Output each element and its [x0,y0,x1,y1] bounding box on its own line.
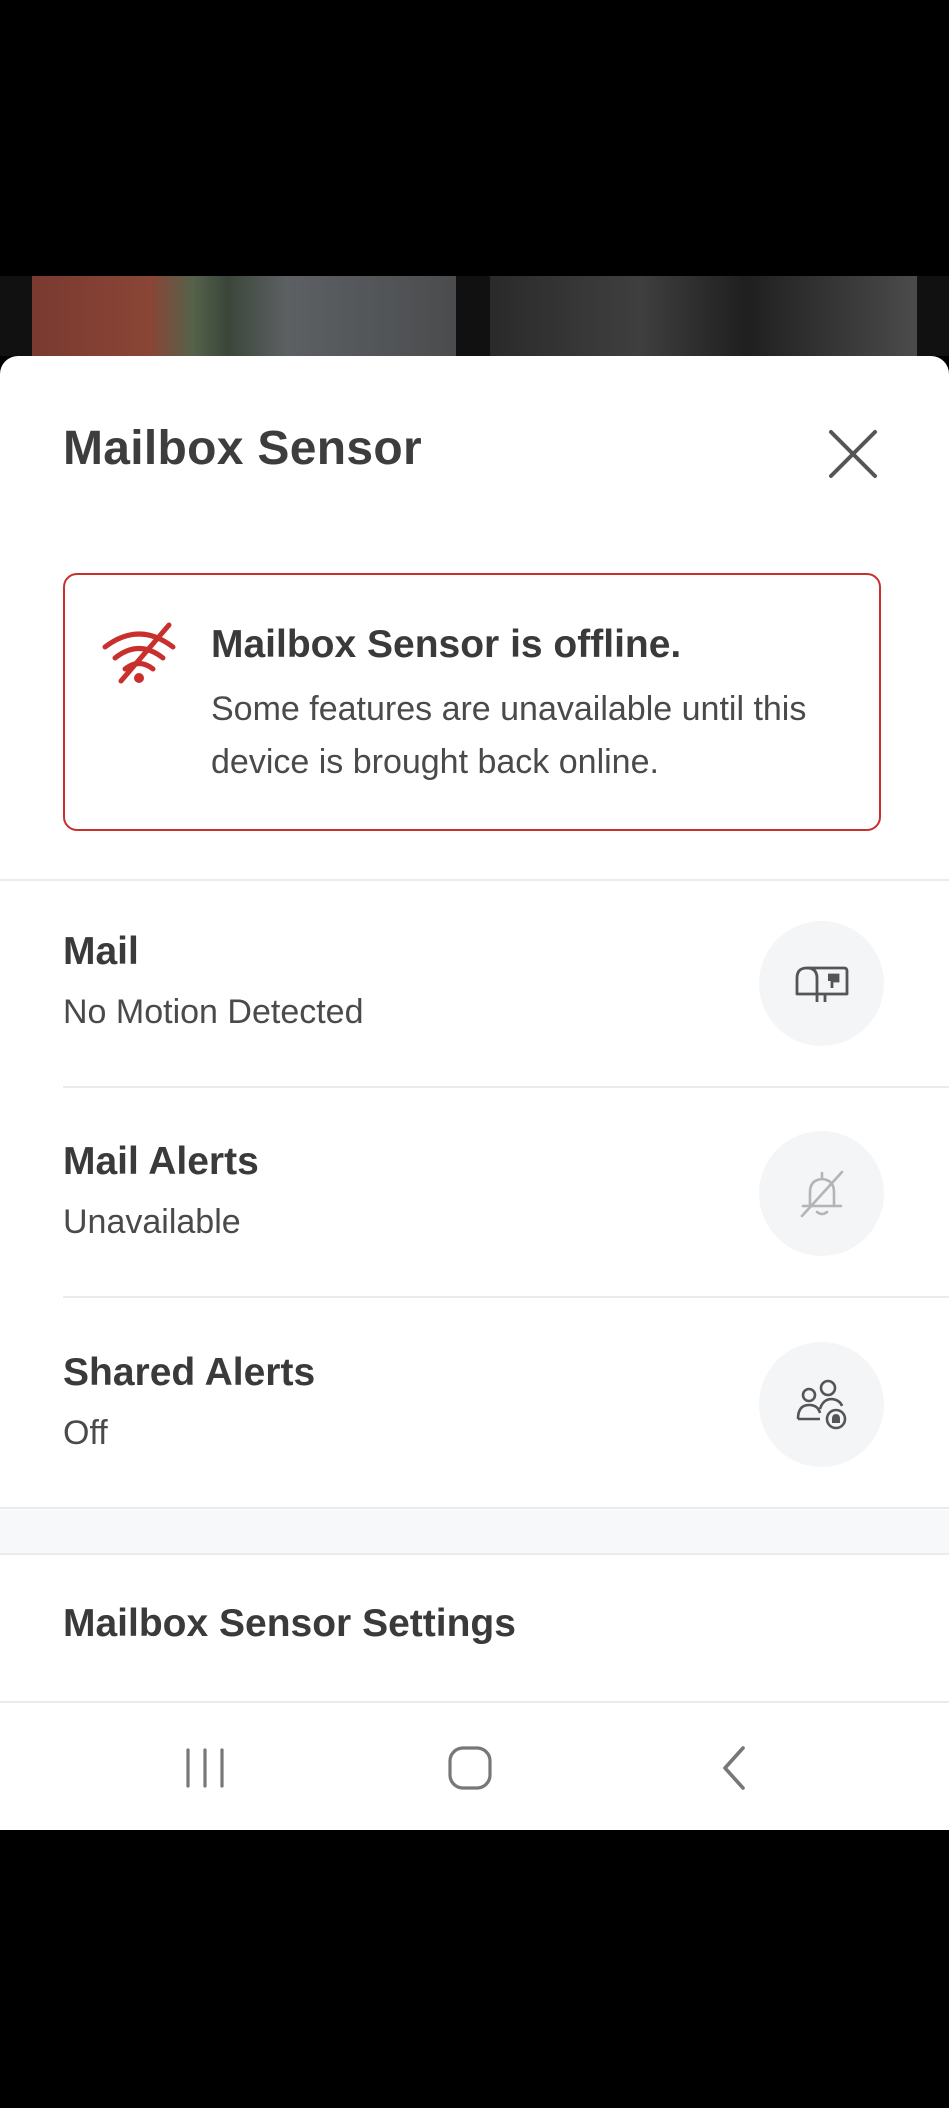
back-button[interactable] [690,1723,780,1813]
shared-users-icon [796,1379,846,1429]
close-icon [829,430,877,478]
divider [63,1086,949,1088]
device-bottom-sheet: Mailbox Sensor Mailbox Sensor is offline… [0,356,949,1830]
mailbox-icon [795,966,848,1002]
mail-status-button[interactable] [759,921,884,1046]
mail-alerts-row-label: Mail Alerts [63,1140,259,1183]
shared-alerts-row-label: Shared Alerts [63,1351,316,1394]
bell-off-icon [800,1170,843,1217]
offline-alert-banner: Mailbox Sensor is offline. Some features… [63,573,881,831]
recent-apps-button[interactable] [160,1723,250,1813]
alert-title: Mailbox Sensor is offline. [211,623,682,666]
mail-alerts-row-status: Unavailable [63,1203,241,1241]
close-button[interactable] [820,421,886,487]
alert-message: Some features are unavailable until this… [211,690,807,781]
divider [63,1296,949,1298]
mail-alerts-toggle-button[interactable] [759,1131,884,1256]
camera-thumbnail [32,276,456,356]
shared-alerts-row-status: Off [63,1414,108,1452]
divider [0,879,949,881]
system-navigation-bar [0,1703,949,1830]
mail-row-status: No Motion Detected [63,993,364,1031]
shared-alerts-button[interactable] [759,1342,884,1467]
section-gap [0,1510,949,1555]
mail-row-label: Mail [63,930,139,973]
wifi-off-icon [102,622,176,684]
divider [0,1507,949,1509]
back-icon [723,1746,745,1790]
divider [0,1553,949,1555]
camera-thumbnail [490,276,917,356]
home-button[interactable] [425,1723,515,1813]
device-settings-link[interactable]: Mailbox Sensor Settings [63,1602,516,1646]
recent-apps-icon [186,1748,224,1788]
sheet-title: Mailbox Sensor [63,422,422,475]
home-icon [448,1746,492,1790]
